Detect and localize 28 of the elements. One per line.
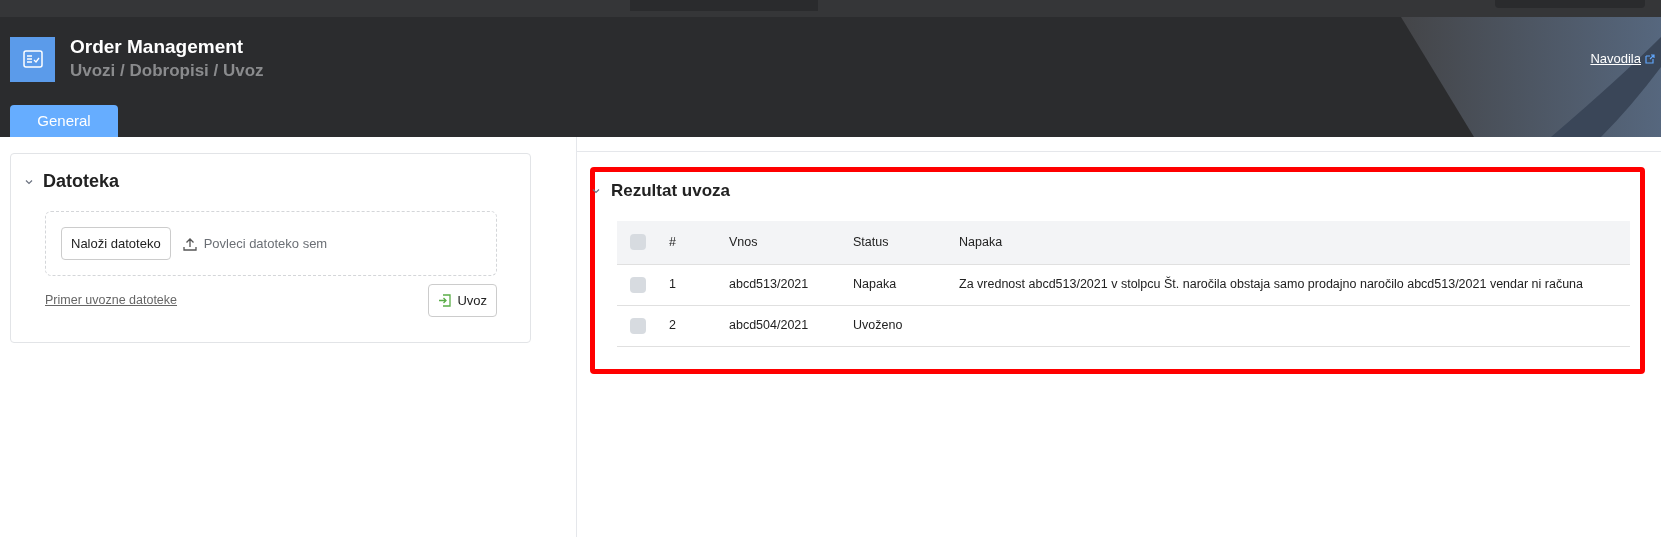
table-cell: abcd513/2021 xyxy=(729,277,809,292)
sample-file-link[interactable]: Primer uvozne datoteke xyxy=(45,291,177,310)
app-icon xyxy=(10,36,55,82)
column-header: Status xyxy=(853,234,889,249)
table-cell: Uvoženo xyxy=(853,318,903,333)
table-cell: Napaka xyxy=(853,277,897,292)
column-header: Napaka xyxy=(959,234,1003,249)
checkbox[interactable] xyxy=(630,276,646,293)
drop-zone[interactable]: Naloži datoteko Povleci datoteko sem xyxy=(45,211,497,276)
breadcrumb: Uvozi / Dobropisi / Uvoz xyxy=(70,60,264,82)
external-link-icon xyxy=(1645,54,1655,64)
panel-title: Datoteka xyxy=(43,170,120,193)
checkbox[interactable] xyxy=(630,317,646,334)
drop-hint: Povleci datoteko sem xyxy=(203,234,328,253)
checkbox[interactable] xyxy=(630,234,646,250)
help-link[interactable]: Navodila xyxy=(1590,49,1641,69)
column-header: Vnos xyxy=(729,234,758,249)
import-button[interactable]: Uvoz xyxy=(428,284,497,317)
column-header: # xyxy=(669,234,676,249)
table-cell: 1 xyxy=(669,277,676,292)
upload-icon xyxy=(182,236,197,251)
import-icon xyxy=(438,294,452,307)
panel-title: Rezultat uvoza xyxy=(611,180,731,202)
table-cell: abcd504/2021 xyxy=(729,318,809,333)
app-title: Order Management xyxy=(70,35,245,59)
upload-button[interactable]: Naloži datoteko xyxy=(61,227,171,260)
table-cell: Za vrednost abcd513/2021 v stolpcu Št. naročila obstaja samo prodajno naročilo abcd513/2021 vendar ni računa xyxy=(959,277,1584,292)
table-cell: 2 xyxy=(669,318,676,333)
